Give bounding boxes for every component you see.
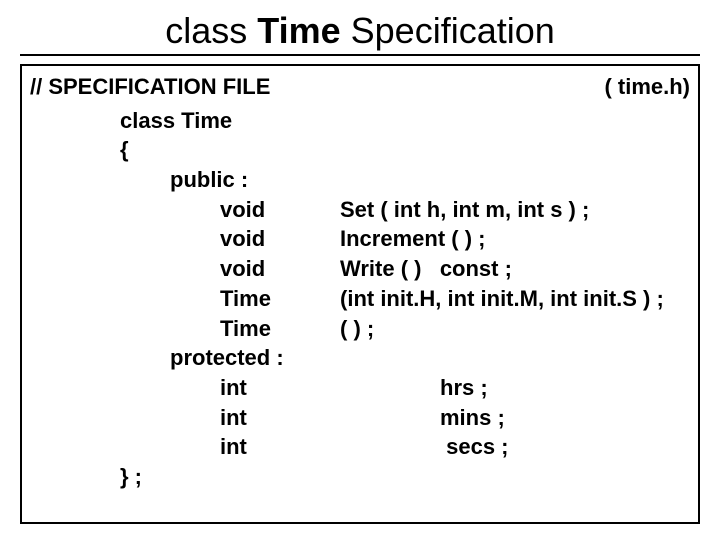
member-type: Time: [220, 314, 340, 344]
member-type: int: [220, 432, 440, 462]
public-member: void Set ( int h, int m, int s ) ;: [120, 195, 690, 225]
public-label: public :: [120, 165, 690, 195]
class-declaration: class Time: [120, 106, 690, 136]
title-suffix: Specification: [341, 10, 555, 51]
member-rest: Set ( int h, int m, int s ) ;: [340, 195, 589, 225]
file-header: // SPECIFICATION FILE ( time.h): [30, 72, 690, 102]
member-rest: ( ) ;: [340, 314, 374, 344]
member-rest: Increment ( ) ;: [340, 224, 485, 254]
title-bold: Time: [257, 10, 340, 51]
page-title: class Time Specification: [20, 10, 700, 56]
member-type: int: [220, 403, 440, 433]
member-rest: (int init.H, int init.M, int init.S ) ;: [340, 284, 664, 314]
public-member: void Increment ( ) ;: [120, 224, 690, 254]
member-type: void: [220, 195, 340, 225]
protected-member: int mins ;: [120, 403, 690, 433]
code-body: class Time { public : void Set ( int h, …: [120, 106, 690, 492]
public-member: Time (int init.H, int init.M, int init.S…: [120, 284, 690, 314]
protected-member: int hrs ;: [120, 373, 690, 403]
open-brace: {: [120, 135, 690, 165]
public-member: Time ( ) ;: [120, 314, 690, 344]
code-box: // SPECIFICATION FILE ( time.h) class Ti…: [20, 64, 700, 524]
member-type: int: [220, 373, 440, 403]
file-header-filename: ( time.h): [604, 72, 690, 102]
member-type: void: [220, 224, 340, 254]
close-brace: } ;: [120, 462, 690, 492]
member-type: Time: [220, 284, 340, 314]
public-member: void Write ( ) const ;: [120, 254, 690, 284]
member-name: secs ;: [440, 432, 509, 462]
slide: class Time Specification // SPECIFICATIO…: [0, 10, 720, 550]
protected-member: int secs ;: [120, 432, 690, 462]
title-prefix: class: [165, 10, 257, 51]
member-type: void: [220, 254, 340, 284]
member-rest: Write ( ) const ;: [340, 254, 512, 284]
protected-label: protected :: [120, 343, 690, 373]
file-header-comment: // SPECIFICATION FILE: [30, 72, 270, 102]
member-name: mins ;: [440, 403, 505, 433]
member-name: hrs ;: [440, 373, 488, 403]
